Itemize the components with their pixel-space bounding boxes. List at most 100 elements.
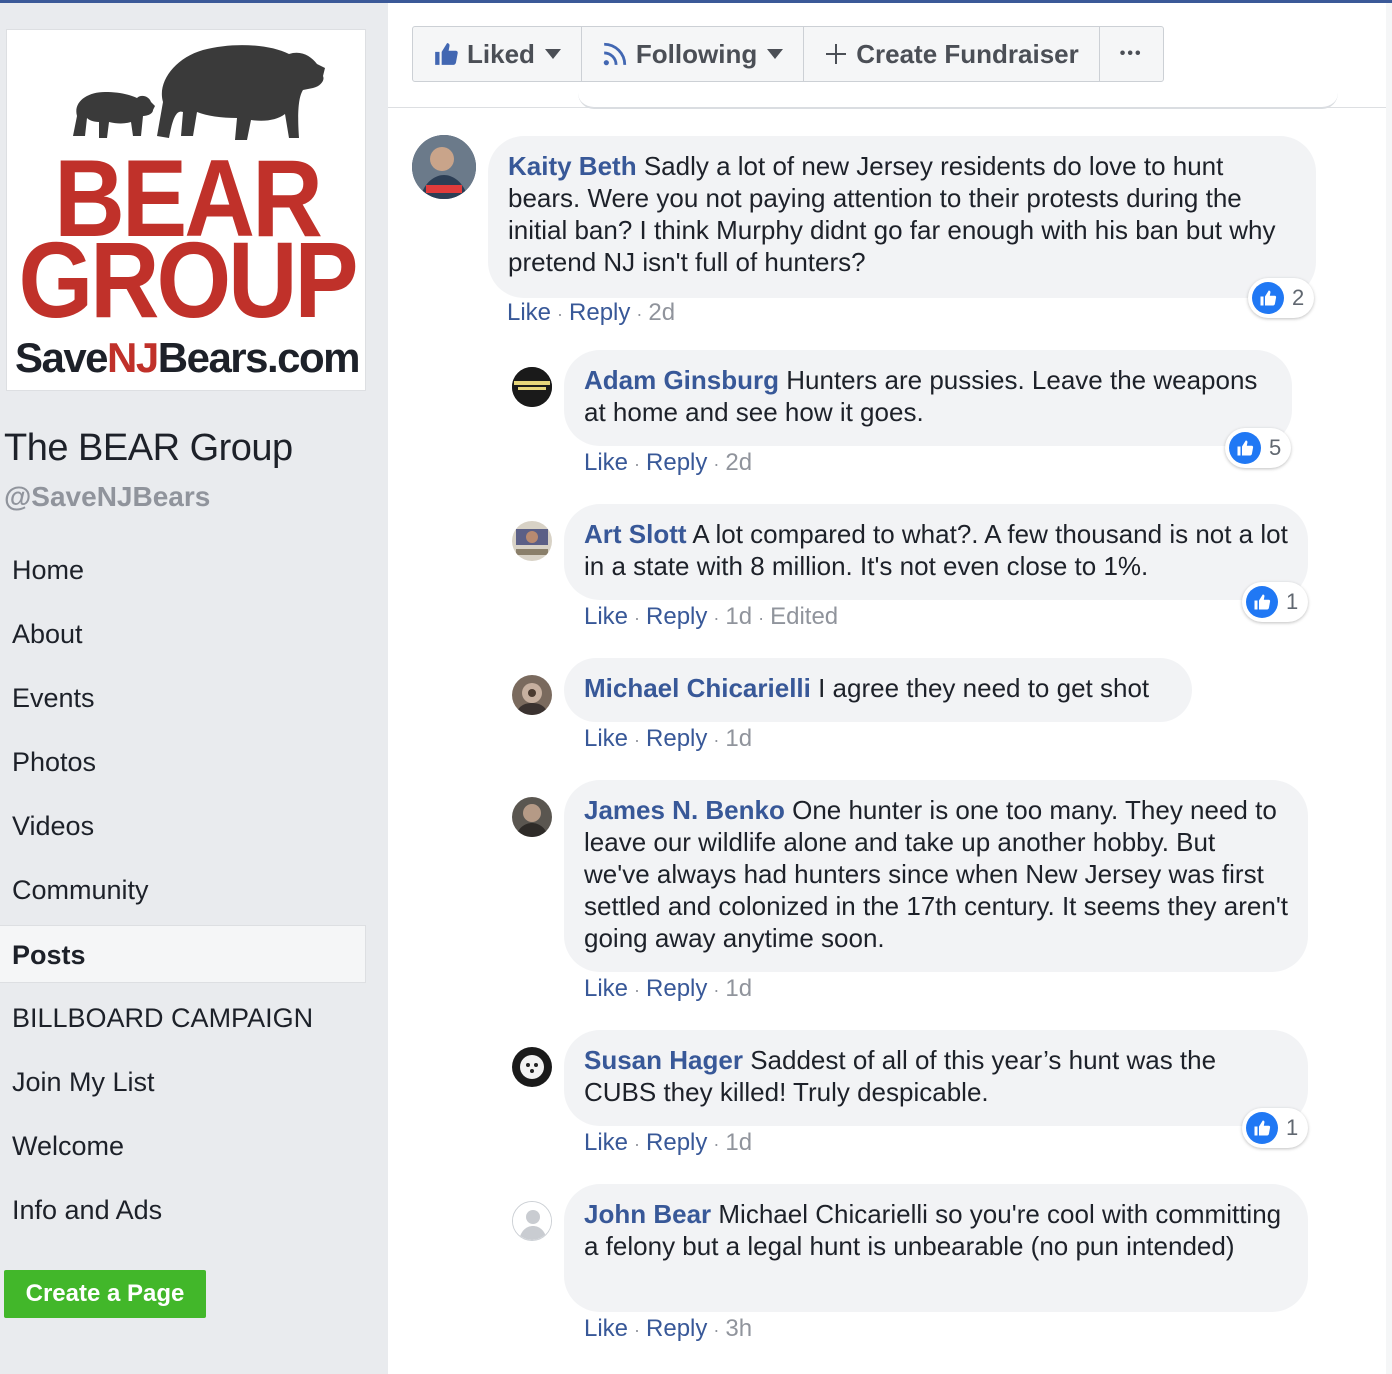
like-link[interactable]: Like bbox=[584, 975, 628, 1002]
logo-website-text: SaveNJBears.com bbox=[7, 334, 367, 382]
avatar[interactable] bbox=[512, 521, 552, 561]
like-reaction-icon bbox=[1254, 594, 1271, 610]
default-profile-icon bbox=[513, 1202, 551, 1240]
reply-link[interactable]: Reply bbox=[646, 603, 707, 630]
comment-time[interactable]: 1d bbox=[725, 1129, 752, 1156]
comment-author[interactable]: Michael Chicarielli bbox=[584, 673, 811, 703]
nav-item-posts[interactable]: Posts bbox=[0, 925, 366, 983]
comment-bubble: Kaity Beth Sadly a lot of new Jersey res… bbox=[488, 136, 1316, 298]
comment-time[interactable]: 2d bbox=[725, 449, 752, 476]
comment-meta: Like · Reply · 3h bbox=[584, 1315, 753, 1342]
create-fundraiser-button[interactable]: Create Fundraiser bbox=[804, 27, 1100, 81]
comment-time[interactable]: 1d bbox=[725, 975, 752, 1002]
logo-group-text: GROUP bbox=[18, 220, 358, 341]
reaction-number: 2 bbox=[1292, 285, 1305, 310]
bear-silhouette-icon bbox=[73, 45, 325, 140]
page-action-bar: Liked Following Create Fundraiser ••• bbox=[412, 26, 1164, 82]
page-sidebar: BEAR GROUP SaveNJBears.com The BEAR Grou… bbox=[0, 3, 388, 1374]
like-link[interactable]: Like bbox=[584, 1315, 628, 1342]
like-reaction-icon bbox=[1260, 290, 1277, 306]
like-reaction-icon bbox=[1254, 1120, 1271, 1136]
create-page-button[interactable]: Create a Page bbox=[4, 1270, 206, 1318]
nav-item-join-my-list[interactable]: Join My List bbox=[0, 1053, 366, 1111]
comment-bubble: James N. Benko One hunter is one too man… bbox=[564, 780, 1308, 972]
edited-label[interactable]: Edited bbox=[770, 603, 838, 630]
comment-meta: Like · Reply · 2d bbox=[507, 299, 676, 326]
avatar[interactable] bbox=[512, 675, 552, 715]
comment-bubble: Art Slott A lot compared to what?. A few… bbox=[564, 504, 1308, 600]
nav-item-videos[interactable]: Videos bbox=[0, 797, 366, 855]
nav-item-billboard-campaign[interactable]: BILLBOARD CAMPAIGN bbox=[0, 989, 366, 1047]
reaction-number: 5 bbox=[1269, 435, 1282, 460]
comment-author[interactable]: Kaity Beth bbox=[508, 151, 637, 181]
comment-meta: Like · Reply · 1d bbox=[584, 1129, 753, 1156]
page-profile-picture[interactable]: BEAR GROUP SaveNJBears.com bbox=[6, 29, 366, 391]
reply-link[interactable]: Reply bbox=[646, 975, 707, 1002]
comment-bubble: John Bear Michael Chicarielli so you're … bbox=[564, 1184, 1308, 1312]
like-link[interactable]: Like bbox=[584, 449, 628, 476]
nav-item-events[interactable]: Events bbox=[0, 669, 366, 727]
scroll-edge bbox=[1386, 3, 1392, 1374]
comment-time[interactable]: 1d bbox=[725, 725, 752, 752]
comment-bubble: Michael Chicarielli I agree they need to… bbox=[564, 658, 1192, 722]
comment-bubble: Adam Ginsburg Hunters are pussies. Leave… bbox=[564, 350, 1292, 446]
posts-main: Liked Following Create Fundraiser ••• Ka… bbox=[388, 3, 1392, 1374]
comment-author[interactable]: John Bear bbox=[584, 1199, 711, 1229]
previous-comment-edge bbox=[578, 93, 1338, 109]
nav-item-info-and-ads[interactable]: Info and Ads bbox=[0, 1181, 366, 1239]
reaction-number: 1 bbox=[1286, 589, 1299, 614]
comment-time[interactable]: 2d bbox=[648, 299, 675, 326]
avatar[interactable] bbox=[412, 135, 476, 199]
like-link[interactable]: Like bbox=[584, 1129, 628, 1156]
comment-time[interactable]: 3h bbox=[725, 1315, 752, 1342]
logo-site-prefix: Save bbox=[14, 334, 109, 381]
comment-text: I agree they need to get shot bbox=[818, 673, 1150, 703]
like-link[interactable]: Like bbox=[584, 725, 628, 752]
avatar[interactable] bbox=[512, 797, 552, 837]
comment-meta: Like · Reply · 2d bbox=[584, 449, 753, 476]
nav-item-community[interactable]: Community bbox=[0, 861, 366, 919]
nav-item-home[interactable]: Home bbox=[0, 541, 366, 599]
reaction-number: 1 bbox=[1286, 1115, 1299, 1140]
reaction-count[interactable]: 1 bbox=[1242, 1108, 1309, 1148]
comment-author[interactable]: Susan Hager bbox=[584, 1045, 743, 1075]
nav-item-about[interactable]: About bbox=[0, 605, 366, 663]
following-button[interactable]: Following bbox=[582, 27, 805, 81]
comment-meta: Like · Reply · 1d bbox=[584, 725, 753, 752]
more-options-button[interactable]: ••• bbox=[1100, 27, 1163, 81]
comment-time[interactable]: 1d bbox=[725, 603, 752, 630]
following-label: Following bbox=[635, 38, 758, 69]
thumbs-up-icon bbox=[435, 43, 458, 65]
reply-link[interactable]: Reply bbox=[646, 1129, 707, 1156]
comment-text: A lot compared to what?. A few thousand … bbox=[584, 519, 1288, 581]
page-handle[interactable]: @SaveNJBears bbox=[4, 481, 210, 513]
chevron-down-icon bbox=[544, 49, 561, 59]
comment-meta: Like · Reply · 1d bbox=[584, 975, 753, 1002]
comment-author[interactable]: James N. Benko bbox=[584, 795, 785, 825]
chevron-down-icon bbox=[767, 49, 784, 59]
logo-site-nj: NJ bbox=[107, 334, 159, 381]
avatar[interactable] bbox=[512, 1047, 552, 1087]
reaction-count[interactable]: 5 bbox=[1225, 428, 1292, 468]
nav-item-welcome[interactable]: Welcome bbox=[0, 1117, 366, 1175]
avatar[interactable] bbox=[512, 1201, 552, 1241]
like-reaction-icon bbox=[1237, 440, 1254, 456]
reply-link[interactable]: Reply bbox=[646, 449, 707, 476]
nav-item-photos[interactable]: Photos bbox=[0, 733, 366, 791]
comment-author[interactable]: Art Slott bbox=[584, 519, 687, 549]
like-link[interactable]: Like bbox=[584, 603, 628, 630]
reply-link[interactable]: Reply bbox=[569, 299, 630, 326]
avatar[interactable] bbox=[512, 367, 552, 407]
plus-icon bbox=[826, 44, 847, 64]
logo-site-suffix: Bears.com bbox=[157, 334, 361, 381]
comment-author[interactable]: Adam Ginsburg bbox=[584, 365, 779, 395]
like-link[interactable]: Like bbox=[507, 299, 551, 326]
page-title[interactable]: The BEAR Group bbox=[4, 427, 293, 470]
comment-meta: Like · Reply · 1d · Edited bbox=[584, 603, 839, 630]
reply-link[interactable]: Reply bbox=[646, 1315, 707, 1342]
liked-button[interactable]: Liked bbox=[413, 27, 582, 81]
rss-feed-icon bbox=[603, 42, 627, 66]
reply-link[interactable]: Reply bbox=[646, 725, 707, 752]
reaction-count[interactable]: 2 bbox=[1248, 278, 1315, 318]
reaction-count[interactable]: 1 bbox=[1242, 582, 1309, 622]
